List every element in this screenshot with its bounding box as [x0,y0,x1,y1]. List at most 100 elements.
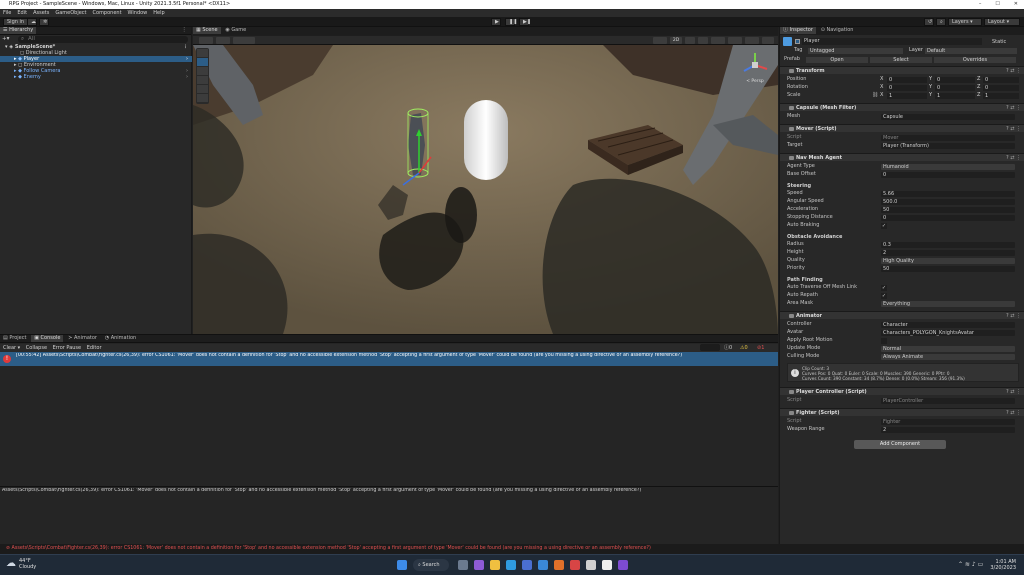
prefab-overrides-dropdown[interactable]: Overrides [934,57,1016,63]
move-tool-button[interactable] [197,58,208,66]
cloud-icon[interactable]: ☁ [27,18,37,26]
maximize-button[interactable]: ☐ [995,0,999,9]
auto-repath-checkbox[interactable]: ✓ [881,293,887,299]
prefab-open-button[interactable]: Open [806,57,868,63]
area-mask-dropdown[interactable]: Everything [881,301,1015,307]
player-controller-header[interactable]: Player Controller (Script) ? ⇄ ⋮ [780,387,1024,395]
menu-assets[interactable]: Assets [33,9,49,17]
grid-snap-button[interactable] [233,37,255,44]
transform-header[interactable]: Transform ? ⇄ ⋮ [780,66,1024,74]
object-name-field[interactable]: Player [802,38,982,45]
menu-edit[interactable]: Edit [17,9,27,17]
store-icon[interactable] [522,560,532,570]
search-icon[interactable]: ⌕ [936,18,946,26]
clear-button[interactable]: Clear [3,345,16,351]
component-menu-icon[interactable]: ? ⇄ ⋮ [1006,104,1021,112]
camera-settings-button[interactable] [745,37,759,44]
hierarchy-item-enemy[interactable]: ▸ ◆ Enemy › [0,74,192,80]
add-icon[interactable]: +▾ [2,36,10,42]
add-component-button[interactable]: Add Component [854,440,946,449]
scale-x-field[interactable]: 1 [887,93,927,99]
component-menu-icon[interactable]: ? ⇄ ⋮ [1006,154,1021,162]
menu-help[interactable]: Help [153,9,164,17]
animator-header[interactable]: Animator ? ⇄ ⋮ [780,311,1024,319]
pivot-dropdown[interactable] [216,37,230,44]
agent-type-dropdown[interactable]: Humanoid [881,164,1015,170]
tab-game[interactable]: ◉ Game [222,27,249,34]
angular-speed-field[interactable]: 500.0 [881,199,1015,205]
transform-tool-button[interactable] [197,94,208,102]
mode-2d-toggle[interactable]: 2D [670,37,682,44]
prefab-select-button[interactable]: Select [870,57,932,63]
error-count[interactable]: ⊘1 [757,344,764,352]
play-button[interactable]: ▶ [491,18,501,26]
active-checkbox[interactable] [795,39,800,44]
collapse-button[interactable]: Collapse [26,345,47,351]
tab-hierarchy[interactable]: ☰ Hierarchy [0,27,37,34]
rotation-z-field[interactable]: 0 [983,85,1019,91]
gizmos-dropdown[interactable] [762,37,774,44]
radius-field[interactable]: 0.3 [881,242,1015,248]
rotate-tool-button[interactable] [197,67,208,75]
apply-root-motion-checkbox[interactable] [881,338,887,344]
orientation-gizmo[interactable]: < Persp [740,51,770,85]
firefox-icon[interactable] [554,560,564,570]
scale-tool-button[interactable] [197,76,208,84]
unity-editor-icon[interactable] [602,560,612,570]
close-button[interactable]: ✕ [1014,0,1018,9]
tab-inspector[interactable]: ⓘ Inspector [780,27,816,34]
hand-tool-button[interactable] [197,49,208,57]
quality-dropdown[interactable]: High Quality [881,258,1015,264]
menu-component[interactable]: Component [93,9,122,17]
layout-dropdown[interactable]: Layout ▾ [984,18,1020,26]
tab-project[interactable]: ▤ Project [0,335,29,342]
status-bar[interactable]: ⊘ Assets\Scripts\Combat\Fighter.cs(26,39… [0,544,1024,554]
task-view-icon[interactable] [458,560,468,570]
height-field[interactable]: 2 [881,250,1015,256]
minimize-button[interactable]: – [979,0,982,9]
update-mode-dropdown[interactable]: Normal [881,346,1015,352]
mail-icon[interactable] [538,560,548,570]
component-menu-icon[interactable]: ? ⇄ ⋮ [1006,312,1021,320]
link-icon[interactable]: ⛓ [872,92,878,99]
tag-dropdown[interactable]: Untagged [808,48,903,54]
sign-in-button[interactable]: Sign in [3,18,29,26]
component-menu-icon[interactable]: ? ⇄ ⋮ [1006,125,1021,133]
avatar-field[interactable]: Characters_POLYGON_KnightsAvatar [881,330,1015,336]
effects-dropdown[interactable] [711,37,725,44]
stopping-distance-field[interactable]: 0 [881,215,1015,221]
position-y-field[interactable]: 0 [935,77,975,83]
lighting-toggle[interactable] [685,37,695,44]
mesh-filter-header[interactable]: Capsule (Mesh Filter) ? ⇄ ⋮ [780,103,1024,111]
clock[interactable]: 1:01 AM 3/20/2023 [990,559,1016,571]
visibility-toggle[interactable] [728,37,742,44]
tab-animator[interactable]: ≻ Animator [65,335,100,342]
audio-toggle[interactable] [698,37,708,44]
position-x-field[interactable]: 0 [887,77,927,83]
app-icon[interactable] [570,560,580,570]
unity-hub-icon[interactable] [586,560,596,570]
tab-navigation[interactable]: ⊙ Navigation [818,27,857,34]
info-count[interactable]: ⓘ0 [724,344,732,352]
error-pause-button[interactable]: Error Pause [53,345,81,351]
scale-z-field[interactable]: 1 [983,93,1019,99]
step-button[interactable]: ▶❚ [519,18,531,26]
rotation-y-field[interactable]: 0 [935,85,975,91]
console-splitter[interactable] [0,486,778,487]
console-entry-selected[interactable]: ! [00:55:42] Assets\Scripts\Combat\Fight… [0,352,778,366]
component-menu-icon[interactable]: ? ⇄ ⋮ [1006,388,1021,396]
component-menu-icon[interactable]: ? ⇄ ⋮ [1006,67,1021,75]
editor-dropdown[interactable]: Editor [87,345,102,351]
fighter-header[interactable]: Fighter (Script) ? ⇄ ⋮ [780,408,1024,416]
layers-dropdown[interactable]: Layers ▾ [948,18,982,26]
menu-window[interactable]: Window [128,9,148,17]
auto-braking-checkbox[interactable]: ✓ [881,223,887,229]
speed-field[interactable]: 5.66 [881,191,1015,197]
mesh-field[interactable]: Capsule [881,114,1015,120]
tab-scene[interactable]: ▦ Scene [193,27,221,34]
warning-count[interactable]: ⚠0 [740,344,748,352]
weapon-range-field[interactable]: 2 [881,427,1015,433]
edge-icon[interactable] [506,560,516,570]
mover-header[interactable]: Mover (Script) ? ⇄ ⋮ [780,124,1024,132]
tab-animation[interactable]: ◔ Animation [102,335,139,342]
